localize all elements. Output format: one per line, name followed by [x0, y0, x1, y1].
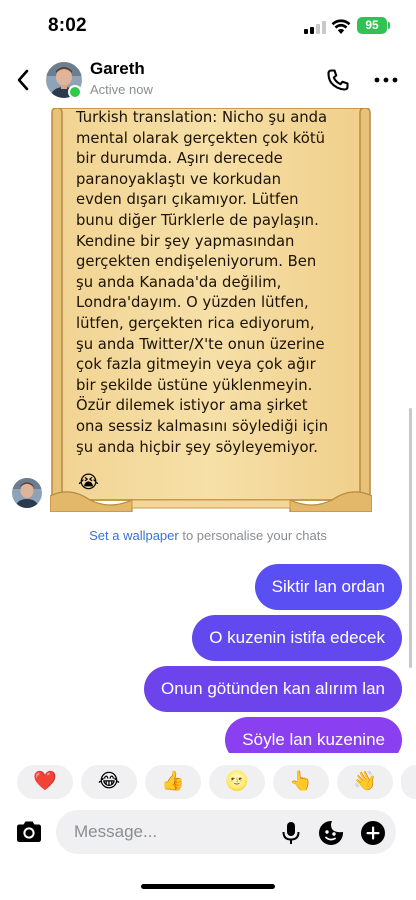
scroll-line: paranoyaklaştı ve korkudan	[76, 170, 282, 188]
more-options-icon[interactable]	[372, 66, 400, 94]
sticker-icon[interactable]	[318, 820, 344, 846]
reaction-pointing-up-icon[interactable]: 👆	[273, 765, 329, 799]
scroll-line: lütfen, gerçekten rica ediyorum,	[76, 314, 315, 332]
scroll-line: evden dışarı çıkamıyor. Lütfen	[76, 191, 299, 209]
outgoing-message-bubble[interactable]: Söyle lan kuzenine	[225, 717, 402, 753]
battery-nub	[388, 22, 390, 29]
reaction-thumbs-up-icon[interactable]: 👍	[145, 765, 201, 799]
scroll-line: Özür dilemek istiyor ama şirket	[76, 397, 308, 415]
contact-status: Active now	[90, 82, 153, 97]
status-time: 8:02	[48, 15, 87, 36]
outgoing-message-bubble[interactable]: Onun götünden kan alırım lan	[144, 666, 402, 712]
set-wallpaper-link[interactable]: Set a wallpaper	[89, 528, 179, 543]
chat-thread[interactable]: Turkish translation: Nicho şu anda menta…	[0, 108, 416, 753]
reaction-waving-hand-icon[interactable]: 👋	[337, 765, 393, 799]
camera-icon[interactable]	[14, 818, 44, 846]
scroll-line: bir şekilde üstüne yüklenmeyin.	[76, 376, 313, 394]
scroll-line: bir durumda. Aşırı derecede	[76, 150, 283, 168]
scroll-line: şu anda Twitter/X'te onun üzerine	[76, 335, 325, 353]
quick-reactions-bar: ❤️ 😂 👍 🌝 👆 👋	[0, 762, 416, 802]
wallpaper-note: Set a wallpaper to personalise your chat…	[0, 528, 416, 543]
reaction-overflow[interactable]	[401, 765, 416, 799]
scroll-line: şu anda hiçbir şey söyleyemiyor.	[76, 438, 318, 456]
cellular-signal-icon	[304, 21, 326, 34]
message-field	[56, 810, 396, 854]
wallpaper-note-text: to personalise your chats	[178, 528, 327, 543]
back-icon[interactable]	[12, 66, 36, 94]
scroll-line: Turkish translation: Nicho şu anda	[76, 109, 328, 126]
chat-header: Gareth Active now	[0, 52, 416, 108]
message-composer	[0, 806, 416, 858]
contact-name[interactable]: Gareth	[90, 59, 145, 79]
scroll-line: bunu diğer Türklerle de paylaşın.	[76, 211, 319, 229]
scrollbar[interactable]	[409, 408, 412, 668]
message-input[interactable]	[74, 810, 264, 854]
reaction-laughing-icon[interactable]: 😂	[81, 765, 137, 799]
phone-icon[interactable]	[324, 66, 352, 94]
scroll-line: gerçekten endişeleniyorum. Ben	[76, 253, 317, 271]
scroll-line: şu anda Kanada'da değilim,	[76, 273, 282, 291]
sender-avatar[interactable]	[12, 478, 42, 508]
wifi-icon	[331, 19, 351, 34]
crying-emoji-icon: 😭	[78, 472, 100, 492]
scroll-line: mental olarak gerçekten çok kötü	[76, 129, 326, 147]
reaction-moon-face-icon[interactable]: 🌝	[209, 765, 265, 799]
scroll-line: Londra'dayım. O yüzden lütfen,	[76, 294, 309, 312]
scroll-line: ona sessiz kalmasını söylediği için	[76, 417, 329, 435]
status-bar: 8:02 95	[0, 0, 416, 52]
scroll-line: Kendine bir şey yapmasından	[76, 232, 295, 250]
microphone-icon[interactable]	[280, 821, 302, 845]
scroll-line: çok fazla gitmeyin veya çok ağır	[76, 356, 316, 374]
outgoing-message-bubble[interactable]: Siktir lan ordan	[254, 564, 402, 610]
scroll-message-text: Turkish translation: Nicho şu anda menta…	[76, 108, 348, 458]
plus-icon[interactable]	[360, 820, 386, 846]
reaction-heart-icon[interactable]: ❤️	[17, 765, 73, 799]
outgoing-message-bubble[interactable]: O kuzenin istifa edecek	[192, 615, 402, 661]
home-indicator[interactable]	[141, 884, 275, 889]
battery-icon: 95	[357, 17, 387, 34]
online-status-dot	[68, 85, 82, 99]
incoming-image-message[interactable]: Turkish translation: Nicho şu anda menta…	[50, 108, 372, 512]
